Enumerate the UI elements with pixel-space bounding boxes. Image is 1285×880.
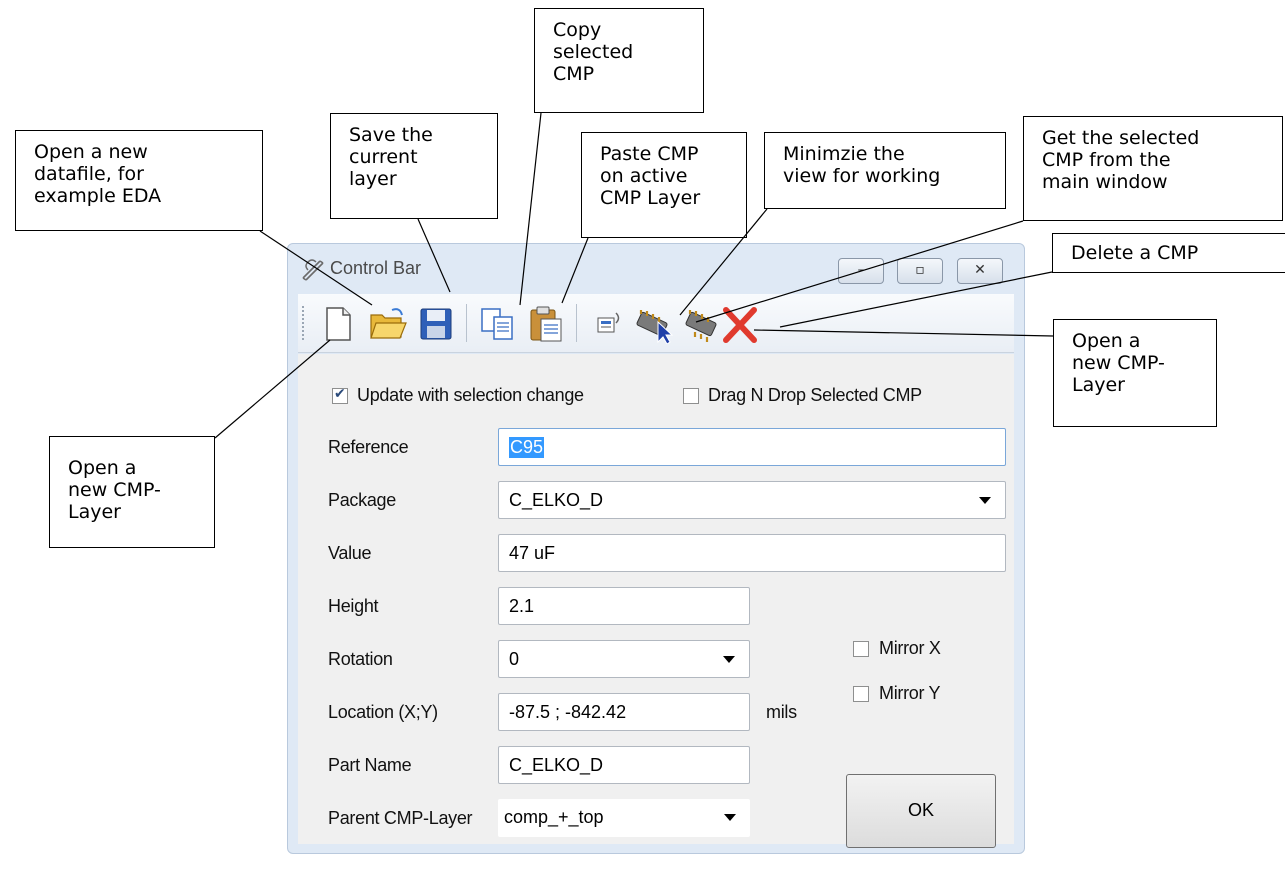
delete-icon[interactable] xyxy=(720,304,760,344)
callout-save-layer: Save the current layer xyxy=(330,113,498,219)
callout-open-cmp-layer-left: Open a new CMP- Layer xyxy=(49,436,215,548)
callout-copy-cmp: Copy selected CMP xyxy=(534,8,704,113)
ok-label: OK xyxy=(907,800,934,820)
drag-n-drop-checkbox[interactable] xyxy=(683,388,699,404)
rotation-label: Rotation xyxy=(328,649,393,669)
maximize-button[interactable]: ▫ xyxy=(897,258,943,284)
package-label: Package xyxy=(328,490,396,510)
callout-paste-cmp: Paste CMP on active CMP Layer xyxy=(581,132,747,238)
toolbar-separator xyxy=(576,304,577,342)
value-field[interactable]: 47 uF xyxy=(498,534,1006,572)
new-file-icon[interactable] xyxy=(318,304,358,344)
control-bar-icon xyxy=(302,259,324,281)
rotation-dropdown[interactable]: 0 xyxy=(498,640,750,678)
parent-layer-value: comp_+_top xyxy=(504,807,604,827)
mirror-y-label: Mirror Y xyxy=(879,683,941,703)
part-name-field[interactable]: C_ELKO_D xyxy=(498,746,750,784)
height-value: 2.1 xyxy=(509,596,535,616)
parent-layer-label: Parent CMP-Layer xyxy=(328,808,473,828)
callout-minimize-view: Minimzie the view for working xyxy=(764,132,1006,209)
paste-icon[interactable] xyxy=(526,304,566,344)
callout-delete-cmp: Delete a CMP xyxy=(1052,233,1285,273)
chevron-down-icon xyxy=(979,497,991,504)
close-button[interactable]: ✕ xyxy=(957,258,1003,284)
minimize-view-icon[interactable] xyxy=(588,304,628,344)
reference-value: C95 xyxy=(509,437,545,458)
minimize-button[interactable]: – xyxy=(838,258,884,284)
update-with-selection-label: Update with selection change xyxy=(357,385,584,405)
get-selected-cmp-icon[interactable] xyxy=(634,304,674,344)
toolbar-separator xyxy=(466,304,467,342)
title-bar: Control Bar – ▫ ✕ xyxy=(288,244,1024,292)
part-name-value: C_ELKO_D xyxy=(509,755,604,775)
toolbar-grip[interactable] xyxy=(302,306,307,340)
package-value: C_ELKO_D xyxy=(509,490,604,510)
callout-open-cmp-layer-right: Open a new CMP- Layer xyxy=(1053,319,1217,427)
control-bar-window: Control Bar – ▫ ✕ ✔ Update with selectio… xyxy=(287,243,1025,854)
parent-layer-dropdown[interactable]: comp_+_top xyxy=(498,799,750,837)
height-field[interactable]: 2.1 xyxy=(498,587,750,625)
callout-get-selected: Get the selected CMP from the main windo… xyxy=(1023,116,1283,221)
copy-icon[interactable] xyxy=(478,304,518,344)
location-label: Location (X;Y) xyxy=(328,702,438,722)
drag-n-drop-label: Drag N Drop Selected CMP xyxy=(708,385,922,405)
chevron-down-icon xyxy=(723,656,735,663)
minimize-icon: – xyxy=(857,262,865,278)
callout-open-datafile: Open a new datafile, for example EDA xyxy=(15,130,263,231)
chevron-down-icon xyxy=(724,814,736,821)
mirror-x-label: Mirror X xyxy=(879,638,941,658)
rotation-value: 0 xyxy=(509,649,520,669)
value-value: 47 uF xyxy=(509,543,556,563)
form-panel: Update with selection change Drag N Drop… xyxy=(298,354,1014,844)
value-label: Value xyxy=(328,543,372,563)
part-name-label: Part Name xyxy=(328,755,412,775)
close-icon: ✕ xyxy=(974,262,986,278)
window-title: Control Bar xyxy=(330,258,422,278)
location-value: -87.5 ; -842.42 xyxy=(509,702,627,722)
location-field[interactable]: -87.5 ; -842.42 xyxy=(498,693,750,731)
reference-field[interactable]: C95 xyxy=(498,428,1006,466)
height-label: Height xyxy=(328,596,379,616)
open-folder-icon[interactable] xyxy=(368,304,408,344)
toolbar xyxy=(298,294,1014,353)
maximize-icon: ▫ xyxy=(915,262,925,278)
location-unit: mils xyxy=(766,702,797,722)
save-icon[interactable] xyxy=(416,304,456,344)
mirror-y-checkbox[interactable] xyxy=(853,686,869,702)
mirror-x-checkbox[interactable] xyxy=(853,641,869,657)
new-cmp-layer-icon[interactable] xyxy=(682,304,722,344)
update-with-selection-checkbox[interactable] xyxy=(332,386,348,404)
ok-button[interactable]: OK xyxy=(846,774,996,848)
package-dropdown[interactable]: C_ELKO_D xyxy=(498,481,1006,519)
reference-label: Reference xyxy=(328,437,409,457)
